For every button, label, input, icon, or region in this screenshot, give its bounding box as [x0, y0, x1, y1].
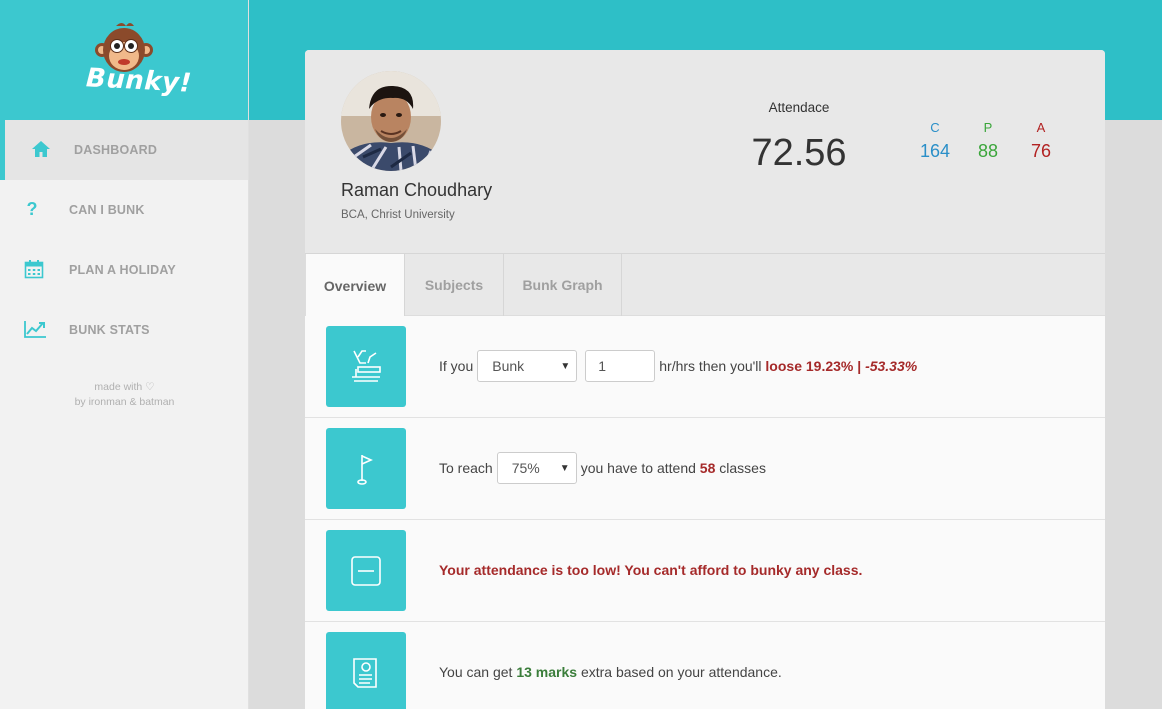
sidebar-item-dashboard[interactable]: DASHBOARD — [0, 120, 248, 180]
person-bunking-icon — [326, 326, 406, 407]
bunk-action-value: Bunk — [492, 358, 525, 374]
stat-key: P — [983, 120, 993, 135]
user-name: Raman Choudhary — [341, 180, 493, 200]
tab-overview[interactable]: Overview — [305, 254, 405, 317]
delta-percentage: -53.33% — [865, 358, 918, 374]
list-item-warning: Your attendance is too low! You can't af… — [305, 520, 1105, 622]
marks-suffix: extra based on your attendance. — [580, 664, 782, 680]
stat-key: C — [930, 120, 940, 135]
stat-value: 76 — [1030, 141, 1052, 161]
warning-text-container: Your attendance is too low! You can't af… — [439, 520, 862, 620]
credits-line-2: by ironman & batman — [74, 396, 175, 408]
sidebar-item-label: BUNK STATS — [69, 323, 150, 337]
question-icon: ? — [26, 198, 38, 219]
attendance-label: Attendace — [768, 100, 830, 115]
line-chart-icon — [23, 317, 47, 341]
sidebar-item-plan-a-holiday[interactable]: PLAN A HOLIDAY — [0, 240, 248, 300]
sidebar-item-label: PLAN A HOLIDAY — [69, 263, 176, 277]
logo-text: Bunky! — [85, 63, 193, 99]
bunk-middle: hr/hrs then you'll — [659, 358, 762, 374]
list-item-reach-target: To reach 75% ▼ you have to attend 58 cla… — [305, 418, 1105, 520]
sidebar-item-label: DASHBOARD — [74, 143, 158, 157]
credits: made with ♡ by ironman & batman — [0, 380, 249, 410]
profile-panel: Raman Choudhary BCA, Christ University A… — [305, 50, 1105, 254]
extra-marks-text: You can get 13 marks extra based on your… — [439, 622, 782, 709]
dashboard-card: Raman Choudhary BCA, Christ University A… — [305, 50, 1105, 709]
flag-icon — [326, 428, 406, 509]
list-item-extra-marks: You can get 13 marks extra based on your… — [305, 622, 1105, 709]
tab-bar: Overview Subjects Bunk Graph — [305, 254, 1105, 317]
stat-conducted: C 164 — [910, 120, 960, 162]
sidebar-item-can-i-bunk[interactable]: ? CAN I BUNK — [0, 180, 248, 240]
chevron-down-icon: ▼ — [559, 462, 570, 474]
stat-value: 88 — [977, 141, 999, 161]
sidebar-item-bunk-stats[interactable]: BUNK STATS — [0, 300, 248, 360]
marks-value: 13 marks — [516, 664, 578, 680]
reach-suffix: classes — [719, 460, 766, 476]
heart-icon: ♡ — [145, 381, 155, 393]
bunk-prefix: If you — [439, 358, 474, 374]
target-percentage-select[interactable]: 75% ▼ — [496, 452, 577, 484]
credits-line-1: made with — [94, 381, 143, 393]
stat-value: 164 — [919, 141, 951, 161]
reach-prefix: To reach — [439, 460, 493, 476]
tab-bunk-graph[interactable]: Bunk Graph — [504, 254, 622, 316]
low-attendance-warning: Your attendance is too low! You can't af… — [439, 562, 863, 578]
loose-percentage: loose 19.23% — [765, 358, 854, 374]
reach-middle: you have to attend — [580, 460, 696, 476]
stat-key: A — [1036, 120, 1046, 135]
separator: | — [853, 358, 866, 374]
stat-absent: A 76 — [1016, 120, 1066, 162]
chevron-down-icon: ▼ — [560, 360, 571, 372]
tab-subjects[interactable]: Subjects — [405, 254, 504, 316]
reach-target-text: To reach 75% ▼ you have to attend 58 cla… — [439, 418, 766, 518]
marks-prefix: You can get — [439, 664, 513, 680]
logo-area[interactable]: Bunky! — [0, 0, 248, 120]
calendar-icon — [22, 257, 46, 281]
user-course: BCA, Christ University — [341, 209, 455, 221]
minus-box-icon — [326, 530, 406, 611]
sidebar: Bunky! DASHBOARD ? CAN I BUNK PLAN A HOL… — [0, 0, 249, 709]
stat-present: P 88 — [963, 120, 1013, 162]
document-icon — [326, 632, 406, 709]
hours-input[interactable]: 1 — [585, 350, 656, 382]
attendance-value: 72.56 — [751, 132, 847, 174]
classes-count: 58 — [699, 460, 716, 476]
bunk-action-select[interactable]: Bunk ▼ — [477, 350, 578, 382]
home-icon — [29, 137, 53, 161]
sidebar-item-label: CAN I BUNK — [69, 203, 145, 217]
bunk-calculator-text: If you Bunk ▼ 1 hr/hrs then you'll loose… — [439, 316, 917, 416]
avatar[interactable] — [341, 71, 441, 171]
list-item-bunk-calculator: If you Bunk ▼ 1 hr/hrs then you'll loose… — [305, 316, 1105, 418]
target-percentage-value: 75% — [511, 460, 540, 476]
